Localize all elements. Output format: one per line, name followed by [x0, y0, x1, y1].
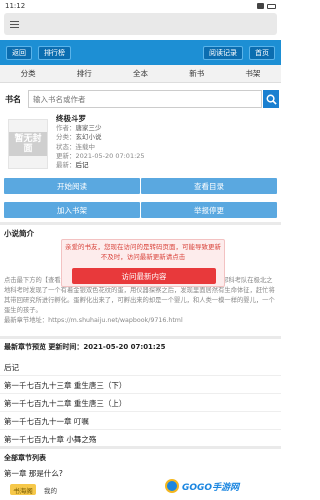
ranking-button[interactable]: 排行榜: [38, 45, 71, 60]
nav-item-category[interactable]: 分类: [0, 68, 56, 79]
battery-icon: [267, 3, 276, 9]
wifi-icon: [257, 3, 264, 9]
chapter-item[interactable]: 第一千七百九十三章 重生唐三（下）: [4, 380, 126, 391]
category-nav: 分类 排行 全本 新书 书架: [0, 65, 281, 83]
popup-message: 亲爱的书友，您现在访问的是转码页面，可能导致更新不及时，访问最新更新请点击: [65, 243, 221, 261]
book-cover[interactable]: 暂无封面: [8, 119, 48, 169]
watermark-text: GOGO手游网: [182, 482, 240, 493]
search-bar: 书名: [4, 89, 279, 109]
hamburger-menu-icon[interactable]: [10, 20, 19, 28]
back-button[interactable]: 返回: [6, 45, 32, 60]
chapter-separator: [0, 375, 281, 376]
all-chapters-heading: 全部章节列表: [4, 454, 46, 462]
top-toolbar: 返回 排行榜 阅读记录 首页: [0, 40, 281, 65]
book-meta: 终极斗罗 作者：唐家三少 分类：玄幻小说 状态：连载中 更新：2021-05-2…: [56, 114, 276, 170]
divider: [0, 336, 281, 339]
watermark-circle-icon: [165, 479, 179, 493]
chapter-item[interactable]: 第一千七百九十章 小舞之殇: [4, 434, 96, 445]
book-latest-chapter[interactable]: 后记: [76, 161, 89, 169]
status-label: 状态：: [56, 142, 76, 151]
book-author-row: 作者：唐家三少: [56, 124, 276, 133]
report-stop-button[interactable]: 举报停更: [141, 202, 277, 218]
visit-latest-button[interactable]: 访问最新内容: [72, 268, 216, 284]
chapter-separator: [0, 411, 281, 412]
chapter-separator: [0, 429, 281, 430]
book-status: 连载中: [75, 142, 96, 151]
site-tag[interactable]: 书海阁: [10, 484, 36, 495]
search-icon: [266, 94, 277, 105]
nav-item-complete[interactable]: 全本: [112, 68, 168, 79]
cover-placeholder-text: 暂无封面: [9, 132, 47, 156]
nav-item-new[interactable]: 新书: [169, 68, 225, 79]
divider: [0, 222, 281, 225]
latest-chapters-heading: 最新章节预览 更新时间：2021-05-20 07:01:25: [4, 343, 166, 351]
view-catalog-button[interactable]: 查看目录: [141, 178, 277, 194]
latest-label: 最新：: [56, 161, 76, 170]
book-updated: 2021-05-20 07:01:25: [75, 151, 145, 160]
book-category[interactable]: 玄幻小说: [76, 133, 102, 141]
chapter-separator: [0, 393, 281, 394]
search-label: 书名: [5, 94, 21, 104]
nav-item-ranking[interactable]: 排行: [56, 68, 112, 79]
book-category-row: 分类：玄幻小说: [56, 133, 276, 142]
chapter-item[interactable]: 第一千七百九十一章 叮嘱: [4, 416, 89, 427]
watermark-logo: GOGO手游网: [165, 477, 265, 495]
status-bar: 11:12: [0, 0, 281, 12]
search-input[interactable]: [28, 90, 262, 108]
chapter-item[interactable]: 第一千七百九十二章 重生唐三（上）: [4, 398, 126, 409]
search-button[interactable]: [263, 90, 279, 108]
chapter-item[interactable]: 后记: [4, 362, 19, 373]
author-label: 作者：: [56, 124, 76, 132]
intro-heading: 小说简介: [4, 229, 34, 238]
divider: [0, 446, 281, 449]
book-latest-row: 最新：后记: [56, 161, 276, 170]
status-time: 11:12: [5, 2, 26, 10]
add-bookshelf-button[interactable]: 加入书架: [4, 202, 140, 218]
book-author[interactable]: 唐家三少: [76, 124, 102, 132]
book-title: 终极斗罗: [56, 114, 86, 123]
my-tag[interactable]: 我的: [44, 485, 57, 495]
book-status-row: 状态：连载中: [56, 143, 276, 152]
book-updated-row: 更新：2021-05-20 07:01:25: [56, 152, 276, 161]
nav-item-bookshelf[interactable]: 书架: [225, 68, 281, 79]
status-icons: [257, 3, 276, 9]
intro-url[interactable]: 最新章节地址：https://m.shuhaiju.net/wapbook/97…: [4, 316, 277, 326]
book-info: 暂无封面 终极斗罗 作者：唐家三少 分类：玄幻小说 状态：连载中 更新：2021…: [4, 114, 277, 174]
updated-label: 更新：: [56, 151, 76, 160]
category-label: 分类：: [56, 133, 76, 142]
action-row-1: 开始阅读 查看目录: [4, 178, 277, 194]
action-row-2: 加入书架 举报停更: [4, 202, 277, 218]
transcode-notice-popup: 亲爱的书友，您现在访问的是转码页面，可能导致更新不及时，访问最新更新请点击 访问…: [61, 239, 225, 287]
reading-history-button[interactable]: 阅读记录: [203, 45, 243, 60]
home-button[interactable]: 首页: [249, 45, 275, 60]
browser-address-bar[interactable]: [4, 13, 277, 35]
start-reading-button[interactable]: 开始阅读: [4, 178, 140, 194]
first-chapter-item[interactable]: 第一章 那是什么?: [4, 468, 63, 479]
